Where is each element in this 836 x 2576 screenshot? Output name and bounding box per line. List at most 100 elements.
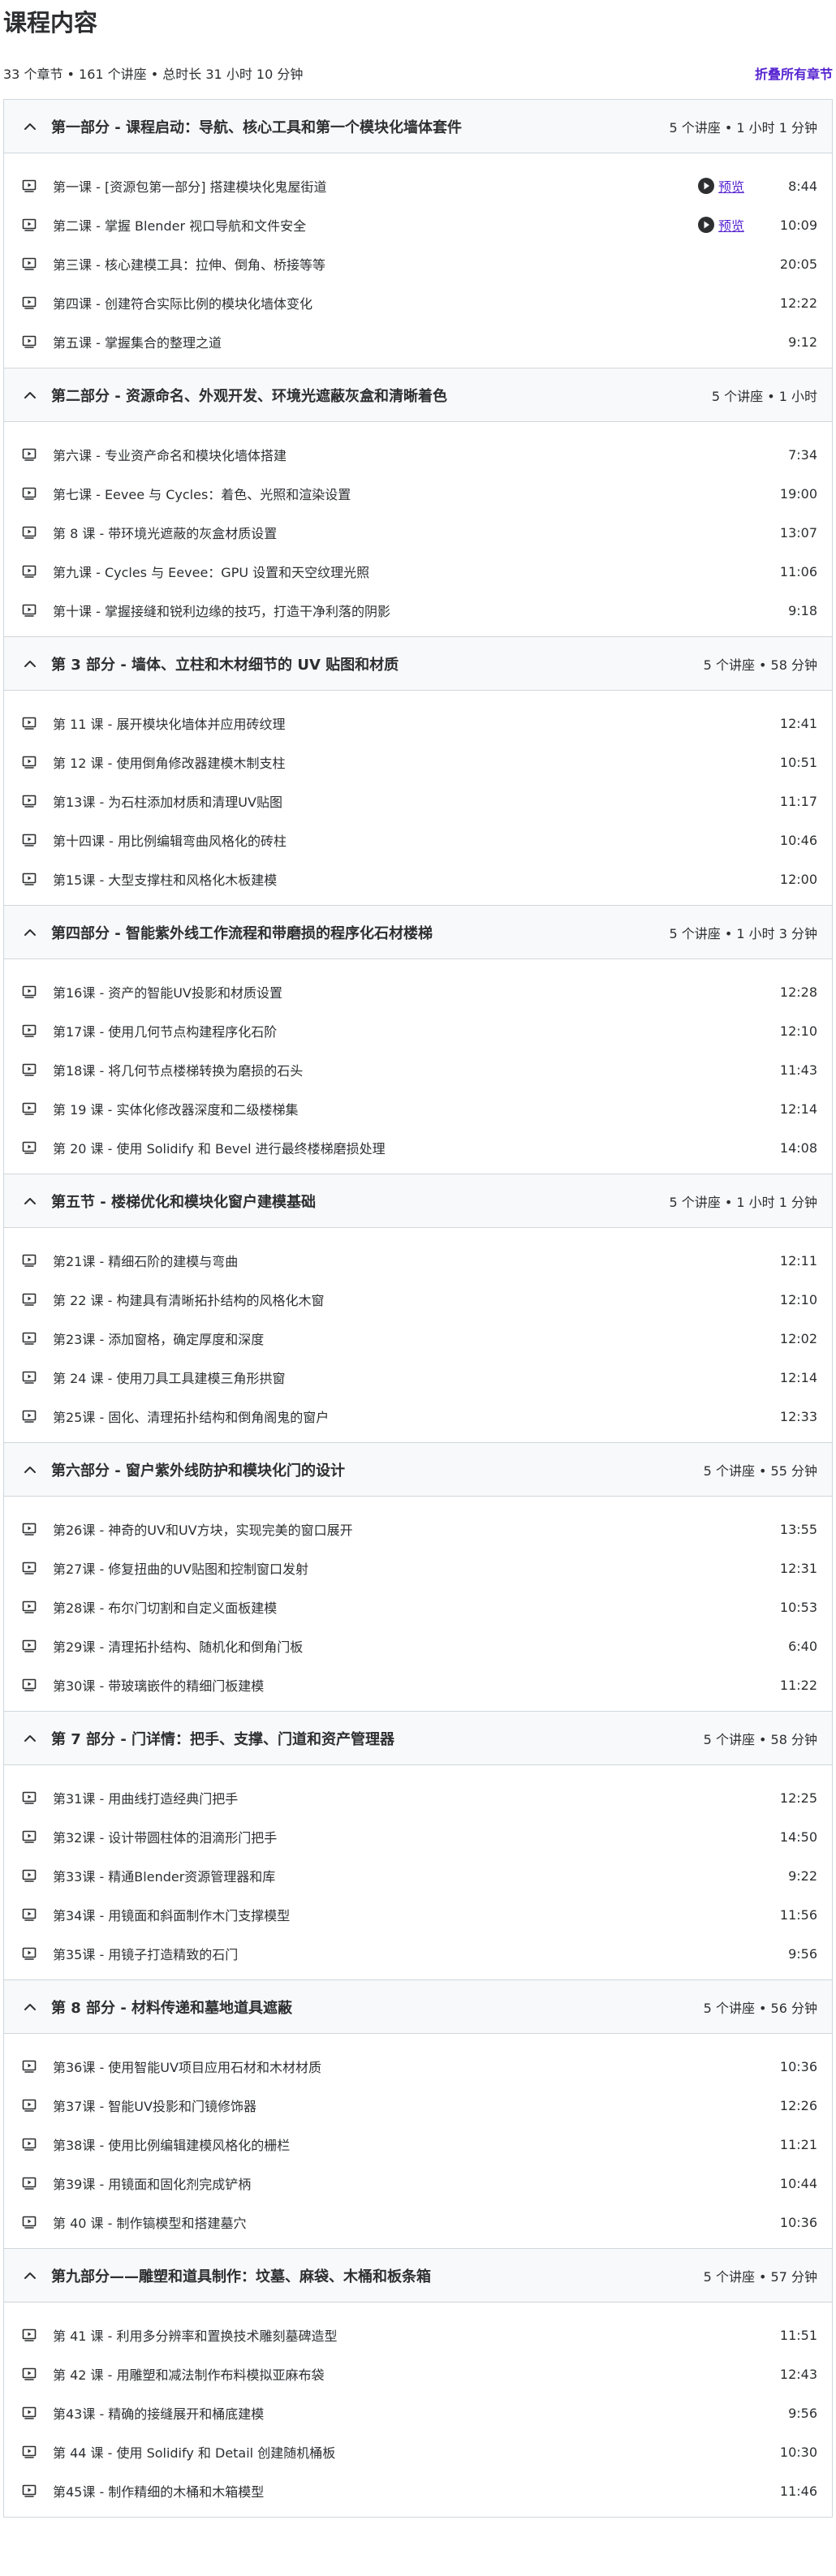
section-header[interactable]: 第 3 部分 - 墙体、立柱和木材细节的 UV 贴图和材质 5 个讲座 • 58… (4, 637, 832, 691)
curriculum-section: 第四部分 - 智能紫外线工作流程和带磨损的程序化石材楼梯 5 个讲座 • 1 小… (4, 906, 832, 1174)
lecture-duration: 13:07 (779, 524, 817, 541)
lecture-item[interactable]: 第30课 - 带玻璃嵌件的精细门板建模 11:22 (4, 1665, 832, 1704)
lecture-item[interactable]: 第七课 - Eevee 与 Cycles：着色、光照和渲染设置 19:00 (4, 474, 832, 513)
lecture-item[interactable]: 第六课 - 专业资产命名和模块化墙体搭建 7:34 (4, 435, 832, 474)
lecture-item[interactable]: 第四课 - 创建符合实际比例的模块化墙体变化 12:22 (4, 283, 832, 322)
lecture-title: 第六课 - 专业资产命名和模块化墙体搭建 (53, 448, 287, 463)
lecture-item[interactable]: 第十四课 - 用比例编辑弯曲风格化的砖柱 10:46 (4, 821, 832, 859)
lecture-item[interactable]: 第18课 - 将几何节点楼梯转换为磨损的石头 11:43 (4, 1050, 832, 1089)
lecture-duration: 12:14 (779, 1101, 817, 1117)
lecture-item[interactable]: 第16课 - 资产的智能UV投影和材质设置 12:28 (4, 972, 832, 1011)
lecture-item[interactable]: 第 20 课 - 使用 Solidify 和 Bevel 进行最终楼梯磨损处理 … (4, 1128, 832, 1167)
section-header[interactable]: 第二部分 - 资源命名、外观开发、环境光遮蔽灰盒和清晰着色 5 个讲座 • 1 … (4, 368, 832, 422)
lecture-item[interactable]: 第25课 - 固化、清理拓扑结构和倒角阁鬼的窗户 12:33 (4, 1397, 832, 1436)
video-icon (22, 1063, 37, 1076)
lecture-duration: 11:21 (779, 2136, 817, 2152)
lecture-item[interactable]: 第13课 - 为石柱添加材质和清理UV贴图 11:17 (4, 782, 832, 821)
section-meta: 5 个讲座 • 58 分钟 (703, 657, 817, 673)
lecture-item[interactable]: 第15课 - 大型支撑柱和风格化木板建模 12:00 (4, 859, 832, 898)
section-header[interactable]: 第 8 部分 - 材料传递和墓地道具遮蔽 5 个讲座 • 56 分钟 (4, 1980, 832, 2034)
lecture-item[interactable]: 第二课 - 掌握 Blender 视口导航和文件安全 预览 10:09 (4, 205, 832, 244)
section-lecture-list: 第六课 - 专业资产命名和模块化墙体搭建 7:34 第七课 - Eevee 与 … (4, 422, 832, 637)
lecture-item[interactable]: 第23课 - 添加窗格，确定厚度和深度 12:02 (4, 1319, 832, 1358)
lecture-item[interactable]: 第17课 - 使用几何节点构建程序化石阶 12:10 (4, 1011, 832, 1050)
lecture-item[interactable]: 第35课 - 用镜子打造精致的石门 9:56 (4, 1934, 832, 1973)
section-meta: 5 个讲座 • 1 小时 1 分钟 (669, 1194, 818, 1210)
lecture-item[interactable]: 第 41 课 - 利用多分辨率和置换技术雕刻墓碑造型 11:51 (4, 2315, 832, 2354)
lecture-item[interactable]: 第32课 - 设计带圆柱体的泪滴形门把手 14:50 (4, 1817, 832, 1856)
lecture-item[interactable]: 第 8 课 - 带环境光遮蔽的灰盒材质设置 13:07 (4, 513, 832, 552)
section-header[interactable]: 第九部分——雕塑和道具制作：坟墓、麻袋、木桶和板条箱 5 个讲座 • 57 分钟 (4, 2249, 832, 2302)
lecture-item[interactable]: 第28课 - 布尔门切割和自定义面板建模 10:53 (4, 1587, 832, 1626)
lecture-duration: 12:25 (779, 1790, 817, 1806)
lecture-title: 第 12 课 - 使用倒角修改器建模木制支柱 (53, 756, 286, 771)
lecture-item[interactable]: 第五课 - 掌握集合的整理之道 9:12 (4, 322, 832, 361)
lecture-item[interactable]: 第十课 - 掌握接缝和锐利边缘的技巧，打造干净利落的阴影 9:18 (4, 591, 832, 630)
lecture-item[interactable]: 第38课 - 使用比例编辑建模风格化的栅栏 11:21 (4, 2125, 832, 2164)
lecture-item[interactable]: 第 11 课 - 展开模块化墙体并应用砖纹理 12:41 (4, 704, 832, 743)
lecture-duration: 12:00 (779, 871, 817, 887)
lecture-duration: 20:05 (779, 256, 817, 272)
lecture-item[interactable]: 第九课 - Cycles 与 Eevee：GPU 设置和天空纹理光照 11:06 (4, 552, 832, 591)
section-header[interactable]: 第 7 部分 - 门详情：把手、支撑、门道和资产管理器 5 个讲座 • 58 分… (4, 1712, 832, 1765)
lecture-duration: 10:46 (779, 832, 817, 848)
chevron-up-icon (24, 391, 36, 398)
section-header[interactable]: 第一部分 - 课程启动：导航、核心工具和第一个模块化墙体套件 5 个讲座 • 1… (4, 100, 832, 153)
collapse-all-sections-button[interactable]: 折叠所有章节 (755, 63, 833, 83)
lecture-preview-button[interactable]: 预览 (697, 176, 744, 196)
lecture-title: 第34课 - 用镜面和斜面制作木门支撑模型 (53, 1908, 291, 1923)
lecture-item[interactable]: 第 22 课 - 构建具有清晰拓扑结构的风格化木窗 12:10 (4, 1280, 832, 1319)
lecture-item[interactable]: 第39课 - 用镜面和固化剂完成铲柄 10:44 (4, 2164, 832, 2203)
lecture-title: 第 42 课 - 用雕塑和减法制作布料模拟亚麻布袋 (53, 2367, 325, 2383)
lecture-item[interactable]: 第一课 - [资源包第一部分] 搭建模块化鬼屋街道 预览 8:44 (4, 166, 832, 205)
lecture-item[interactable]: 第 24 课 - 使用刀具工具建模三角形拱窗 12:14 (4, 1358, 832, 1397)
lecture-duration: 10:36 (779, 2214, 817, 2230)
video-icon (22, 1562, 37, 1574)
video-icon (22, 565, 37, 578)
lecture-item[interactable]: 第29课 - 清理拓扑结构、随机化和倒角门板 6:40 (4, 1626, 832, 1665)
video-icon (22, 2216, 37, 2229)
lecture-duration: 12:43 (779, 2366, 817, 2382)
lecture-item[interactable]: 第 12 课 - 使用倒角修改器建模木制支柱 10:51 (4, 743, 832, 782)
lecture-item[interactable]: 第33课 - 精通Blender资源管理器和库 9:22 (4, 1856, 832, 1895)
video-icon (22, 1410, 37, 1423)
video-icon (22, 1523, 37, 1536)
lecture-item[interactable]: 第43课 - 精确的接缝展开和桶底建模 9:56 (4, 2393, 832, 2432)
lecture-duration: 11:46 (779, 2483, 817, 2499)
lecture-item[interactable]: 第36课 - 使用智能UV项目应用石材和木材材质 10:36 (4, 2047, 832, 2086)
lecture-item[interactable]: 第27课 - 修复扭曲的UV贴图和控制窗口发射 12:31 (4, 1549, 832, 1587)
lecture-title: 第16课 - 资产的智能UV投影和材质设置 (53, 985, 282, 1001)
lecture-title: 第 40 课 - 制作镐模型和搭建墓穴 (53, 2216, 247, 2231)
lecture-item[interactable]: 第34课 - 用镜面和斜面制作木门支撑模型 11:56 (4, 1895, 832, 1934)
lecture-title: 第 44 课 - 使用 Solidify 和 Detail 创建随机桶板 (53, 2445, 336, 2461)
lecture-item[interactable]: 第37课 - 智能UV投影和门镜修饰器 12:26 (4, 2086, 832, 2125)
curriculum-sections: 第一部分 - 课程启动：导航、核心工具和第一个模块化墙体套件 5 个讲座 • 1… (3, 99, 833, 2518)
lecture-item[interactable]: 第26课 - 神奇的UV和UV方块，实现完美的窗口展开 13:55 (4, 1510, 832, 1549)
lecture-title: 第39课 - 用镜面和固化剂完成铲柄 (53, 2177, 252, 2192)
lecture-title: 第十四课 - 用比例编辑弯曲风格化的砖柱 (53, 834, 287, 849)
lecture-duration: 12:10 (779, 1023, 817, 1039)
lecture-item[interactable]: 第45课 - 制作精细的木桶和木箱模型 11:46 (4, 2471, 832, 2510)
section-title: 第九部分——雕塑和道具制作：坟墓、麻袋、木桶和板条箱 (51, 2268, 431, 2285)
lecture-item[interactable]: 第21课 - 精细石阶的建模与弯曲 12:11 (4, 1241, 832, 1280)
lecture-title: 第30课 - 带玻璃嵌件的精细门板建模 (53, 1678, 265, 1694)
video-icon (22, 296, 37, 309)
lecture-item[interactable]: 第 19 课 - 实体化修改器深度和二级楼梯集 12:14 (4, 1089, 832, 1128)
course-summary-row: 33 个章节 • 161 个讲座 • 总时长 31 小时 10 分钟 折叠所有章… (3, 62, 833, 84)
lecture-item[interactable]: 第 40 课 - 制作镐模型和搭建墓穴 10:36 (4, 2203, 832, 2242)
lecture-item[interactable]: 第 44 课 - 使用 Solidify 和 Detail 创建随机桶板 10:… (4, 2432, 832, 2471)
section-header[interactable]: 第六部分 - 窗户紫外线防护和模块化门的设计 5 个讲座 • 55 分钟 (4, 1443, 832, 1497)
lecture-preview-button[interactable]: 预览 (697, 215, 744, 235)
lecture-duration: 12:11 (779, 1252, 817, 1269)
lecture-item[interactable]: 第31课 - 用曲线打造经典门把手 12:25 (4, 1778, 832, 1817)
section-header[interactable]: 第四部分 - 智能紫外线工作流程和带磨损的程序化石材楼梯 5 个讲座 • 1 小… (4, 906, 832, 959)
lecture-duration: 10:30 (779, 2444, 817, 2460)
section-lecture-list: 第31课 - 用曲线打造经典门把手 12:25 第32课 - 设计带圆柱体的泪滴… (4, 1765, 832, 1980)
lecture-item[interactable]: 第三课 - 核心建模工具：拉伸、倒角、桥接等等 20:05 (4, 244, 832, 283)
lecture-duration: 11:43 (779, 1062, 817, 1078)
lecture-title: 第37课 - 智能UV投影和门镜修饰器 (53, 2099, 256, 2114)
section-header[interactable]: 第五节 - 楼梯优化和模块化窗户建模基础 5 个讲座 • 1 小时 1 分钟 (4, 1174, 832, 1228)
video-icon (22, 335, 37, 348)
lecture-item[interactable]: 第 42 课 - 用雕塑和减法制作布料模拟亚麻布袋 12:43 (4, 2354, 832, 2393)
video-icon (22, 834, 37, 846)
